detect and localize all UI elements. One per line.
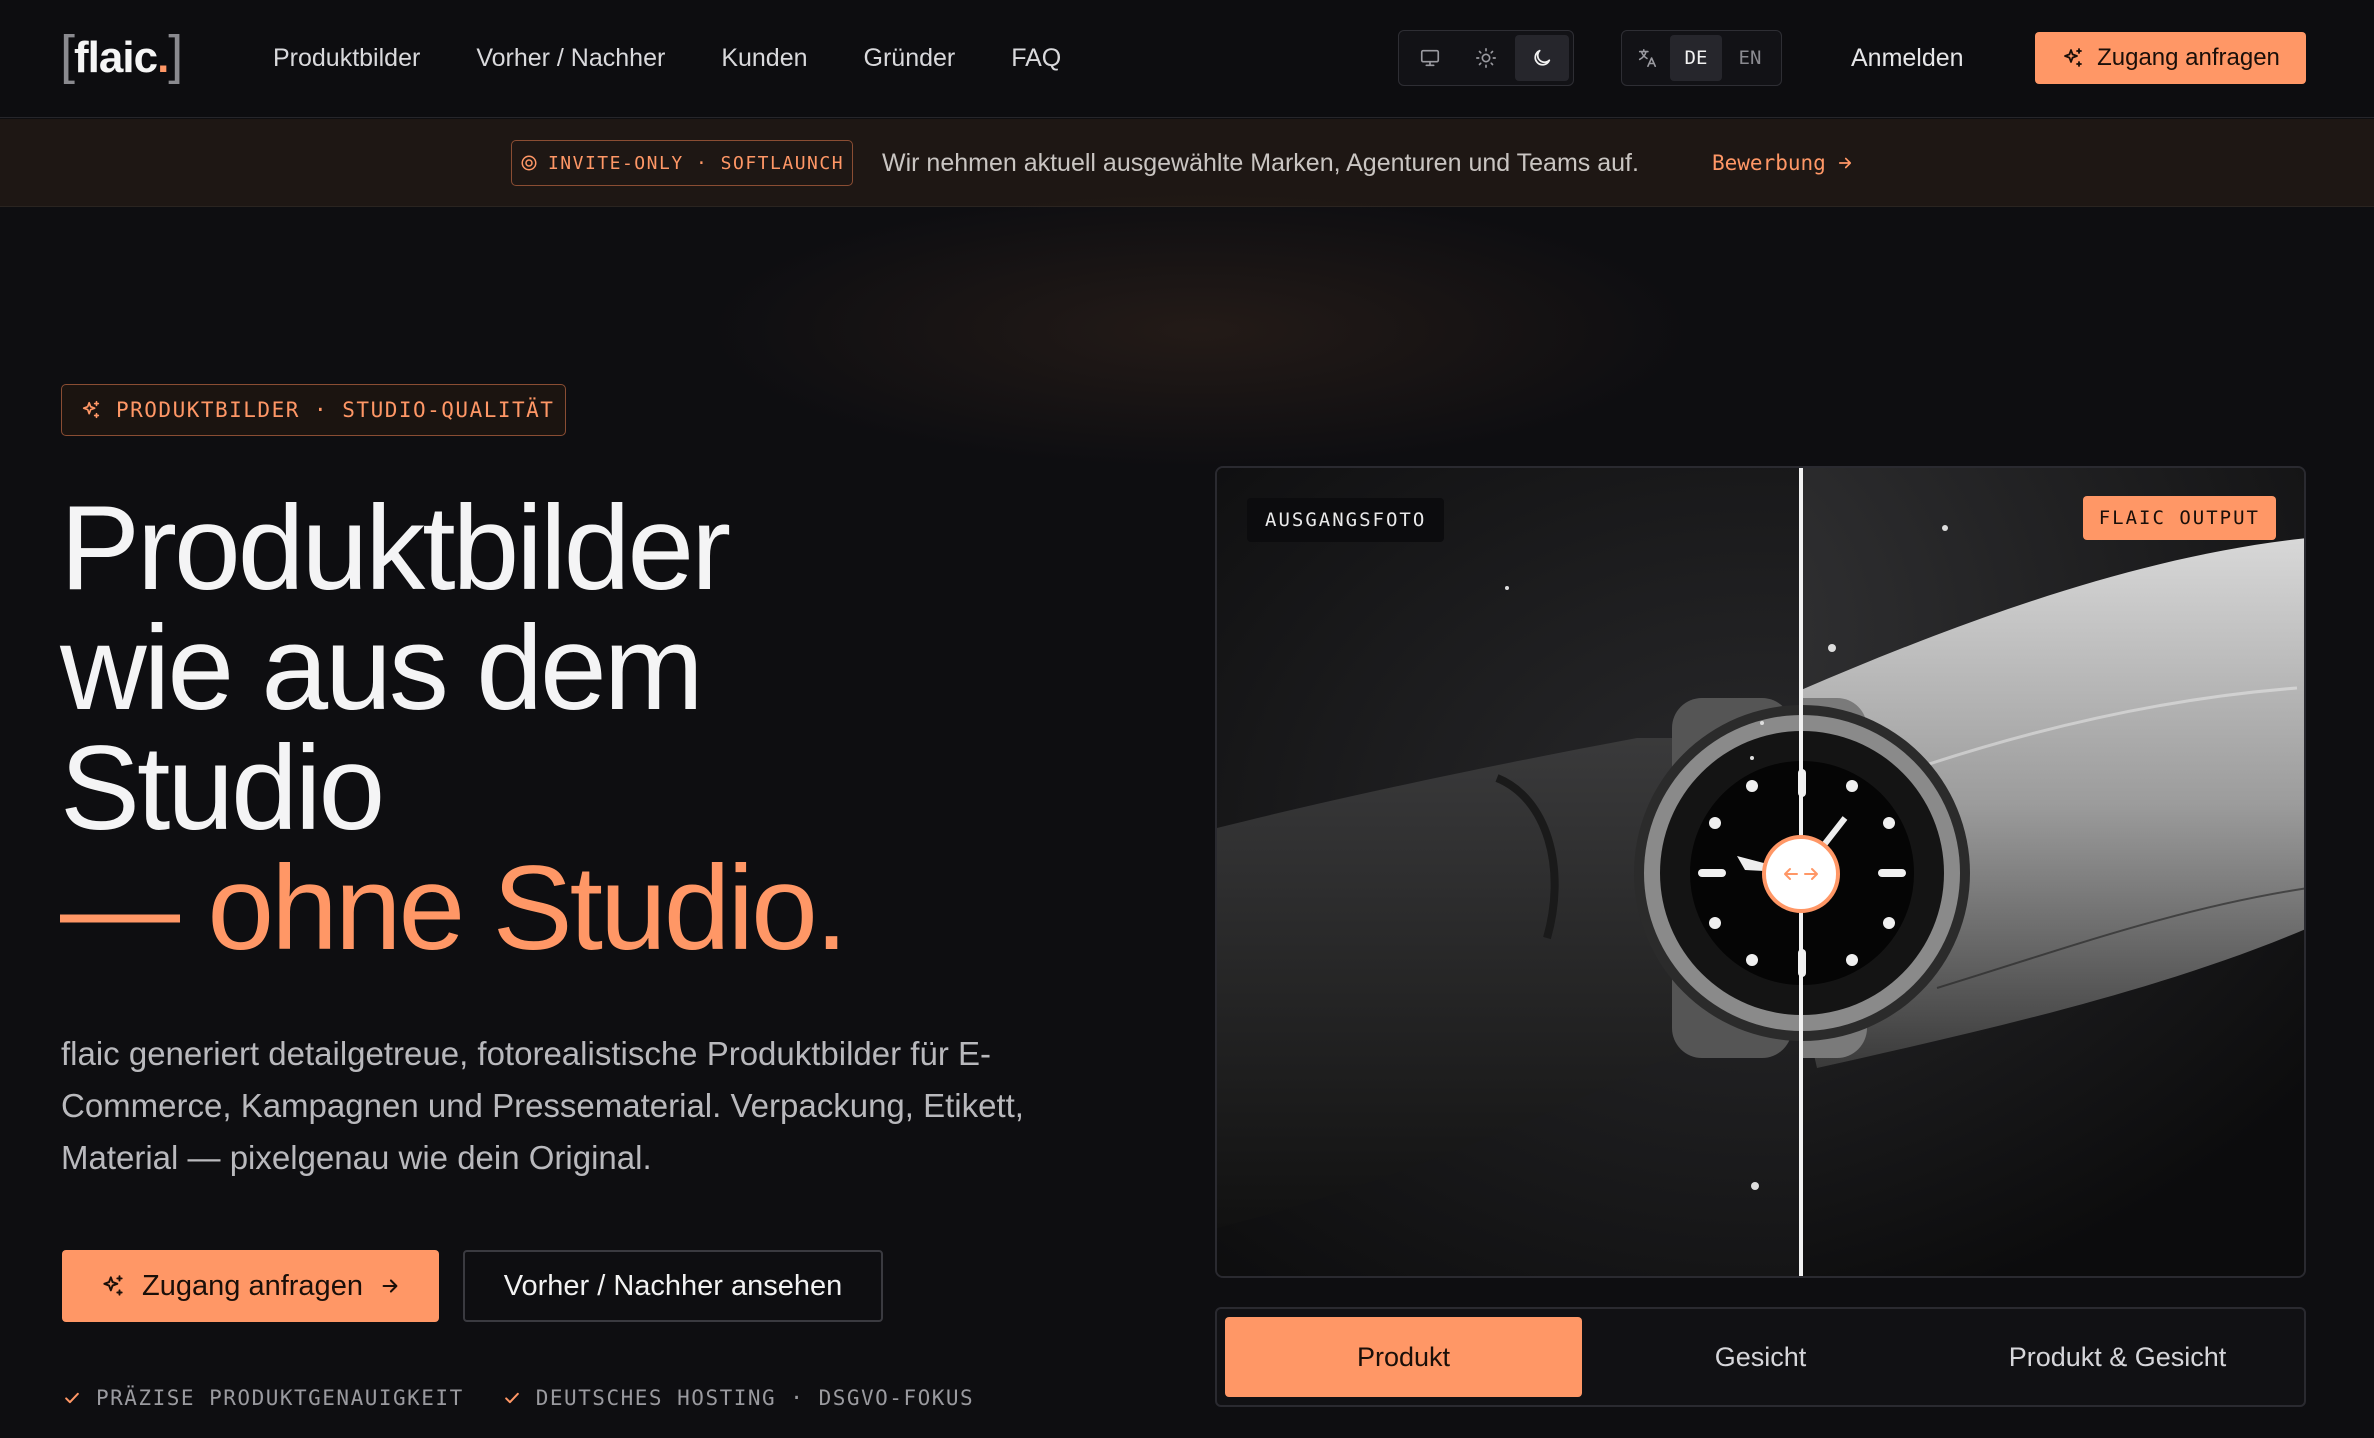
logo-dot: . bbox=[157, 33, 169, 82]
feature-label: DEUTSCHES HOSTING · DSGVO-FOKUS bbox=[535, 1386, 975, 1410]
logo-text: flaic bbox=[74, 33, 158, 82]
headline-line-2: wie aus dem bbox=[60, 601, 704, 735]
arrow-right-icon bbox=[1838, 157, 1851, 169]
hero-description: flaic generiert detailgetreue, fotoreali… bbox=[61, 1035, 1024, 1176]
nav-link-faq[interactable]: FAQ bbox=[1011, 40, 1061, 76]
moon-icon bbox=[1534, 49, 1551, 66]
nav-cta-label: Zugang anfragen bbox=[2097, 44, 2280, 71]
sun-icon bbox=[1476, 48, 1496, 68]
top-nav: [ flaic. ] Produktbilder Vorher / Nachhe… bbox=[0, 0, 2374, 118]
login-link[interactable]: Anmelden bbox=[1851, 40, 1964, 76]
background-glow bbox=[700, 190, 1700, 470]
feature-item: DEUTSCHES HOSTING · DSGVO-FOKUS bbox=[502, 1386, 974, 1410]
logo-bracket-right: ] bbox=[168, 25, 183, 85]
sparkle-icon bbox=[82, 400, 100, 419]
category-tabs: Produkt Gesicht Produkt & Gesicht bbox=[1215, 1307, 2306, 1407]
arrows-horizontal-icon bbox=[1784, 868, 1818, 880]
hero-headline: Produktbilder wie aus dem Studio — ohne … bbox=[60, 488, 1110, 968]
theme-dark-button[interactable] bbox=[1515, 35, 1569, 81]
feature-item: PRÄZISE PRODUKTGENAUIGKEIT bbox=[62, 1386, 464, 1410]
monitor-icon bbox=[1420, 49, 1440, 67]
nav-link-kunden[interactable]: Kunden bbox=[721, 40, 807, 76]
nav-links: Produktbilder Vorher / Nachher Kunden Gr… bbox=[273, 40, 1061, 76]
tab-produkt-gesicht[interactable]: Produkt & Gesicht bbox=[1939, 1317, 2296, 1397]
nav-request-access-button[interactable]: Zugang anfragen bbox=[2035, 32, 2306, 84]
check-icon bbox=[504, 1392, 519, 1404]
theme-system-button[interactable] bbox=[1403, 35, 1457, 81]
theme-switcher bbox=[1398, 30, 1574, 86]
check-icon bbox=[65, 1392, 79, 1404]
arrow-right-icon bbox=[382, 1279, 398, 1293]
translate-icon bbox=[1626, 35, 1668, 81]
feature-list: PRÄZISE PRODUKTGENAUIGKEIT DEUTSCHES HOS… bbox=[62, 1386, 974, 1410]
announcement-text: Wir nehmen aktuell ausgewählte Marken, A… bbox=[882, 149, 1639, 177]
headline-accent: — ohne Studio. bbox=[60, 841, 848, 975]
nav-link-vorher-nachher[interactable]: Vorher / Nachher bbox=[476, 40, 665, 76]
request-access-button[interactable]: Zugang anfragen bbox=[62, 1250, 439, 1322]
before-label: AUSGANGSFOTO bbox=[1247, 498, 1445, 542]
request-access-label: Zugang anfragen bbox=[142, 1269, 363, 1302]
headline-line-1: Produktbilder bbox=[60, 481, 731, 615]
invite-only-badge-label: INVITE-ONLY · SOFTLAUNCH bbox=[547, 152, 845, 174]
language-switcher: DE EN bbox=[1621, 30, 1782, 86]
logo[interactable]: [ flaic. ] bbox=[60, 25, 183, 86]
hero-eyebrow-badge: PRODUKTBILDER · STUDIO-QUALITÄT bbox=[61, 384, 566, 436]
apply-link-label: Bewerbung bbox=[1712, 151, 1826, 175]
sparkle-icon bbox=[103, 1275, 123, 1296]
compare-slider-handle[interactable] bbox=[1762, 835, 1840, 913]
after-label: FLAIC OUTPUT bbox=[2082, 496, 2276, 540]
nav-link-produktbilder[interactable]: Produktbilder bbox=[273, 40, 420, 76]
before-after-label: Vorher / Nachher ansehen bbox=[503, 1269, 843, 1302]
invite-only-badge: INVITE-ONLY · SOFTLAUNCH bbox=[511, 140, 853, 186]
tab-produkt[interactable]: Produkt bbox=[1225, 1317, 1582, 1397]
tab-gesicht[interactable]: Gesicht bbox=[1582, 1317, 1939, 1397]
logo-bracket-left: [ bbox=[60, 25, 75, 85]
headline-line-3: Studio bbox=[60, 721, 385, 855]
target-icon bbox=[521, 155, 537, 171]
nav-link-gruender[interactable]: Gründer bbox=[864, 40, 956, 76]
feature-label: PRÄZISE PRODUKTGENAUIGKEIT bbox=[96, 1386, 464, 1410]
language-de-button[interactable]: DE bbox=[1670, 35, 1722, 81]
apply-link[interactable]: Bewerbung bbox=[1712, 148, 1854, 178]
hero-eyebrow-label: PRODUKTBILDER · STUDIO-QUALITÄT bbox=[116, 398, 555, 422]
sparkle-icon bbox=[2064, 48, 2082, 67]
theme-light-button[interactable] bbox=[1459, 35, 1513, 81]
language-en-button[interactable]: EN bbox=[1724, 35, 1776, 81]
before-after-button[interactable]: Vorher / Nachher ansehen bbox=[463, 1250, 883, 1322]
before-after-compare[interactable]: AUSGANGSFOTO FLAIC OUTPUT bbox=[1215, 466, 2306, 1278]
